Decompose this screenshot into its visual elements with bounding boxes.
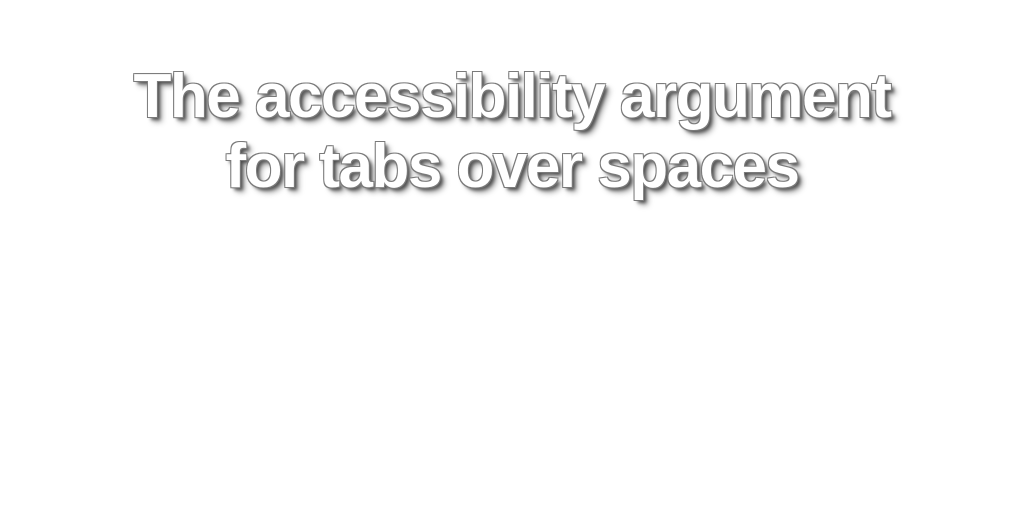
slide-title: The accessibility argument for tabs over… [0,62,1024,202]
slide-title-line-2: for tabs over spaces [225,132,800,201]
slide-title-line-1: The accessibility argument [133,62,892,131]
slide: The accessibility argument for tabs over… [0,0,1024,512]
